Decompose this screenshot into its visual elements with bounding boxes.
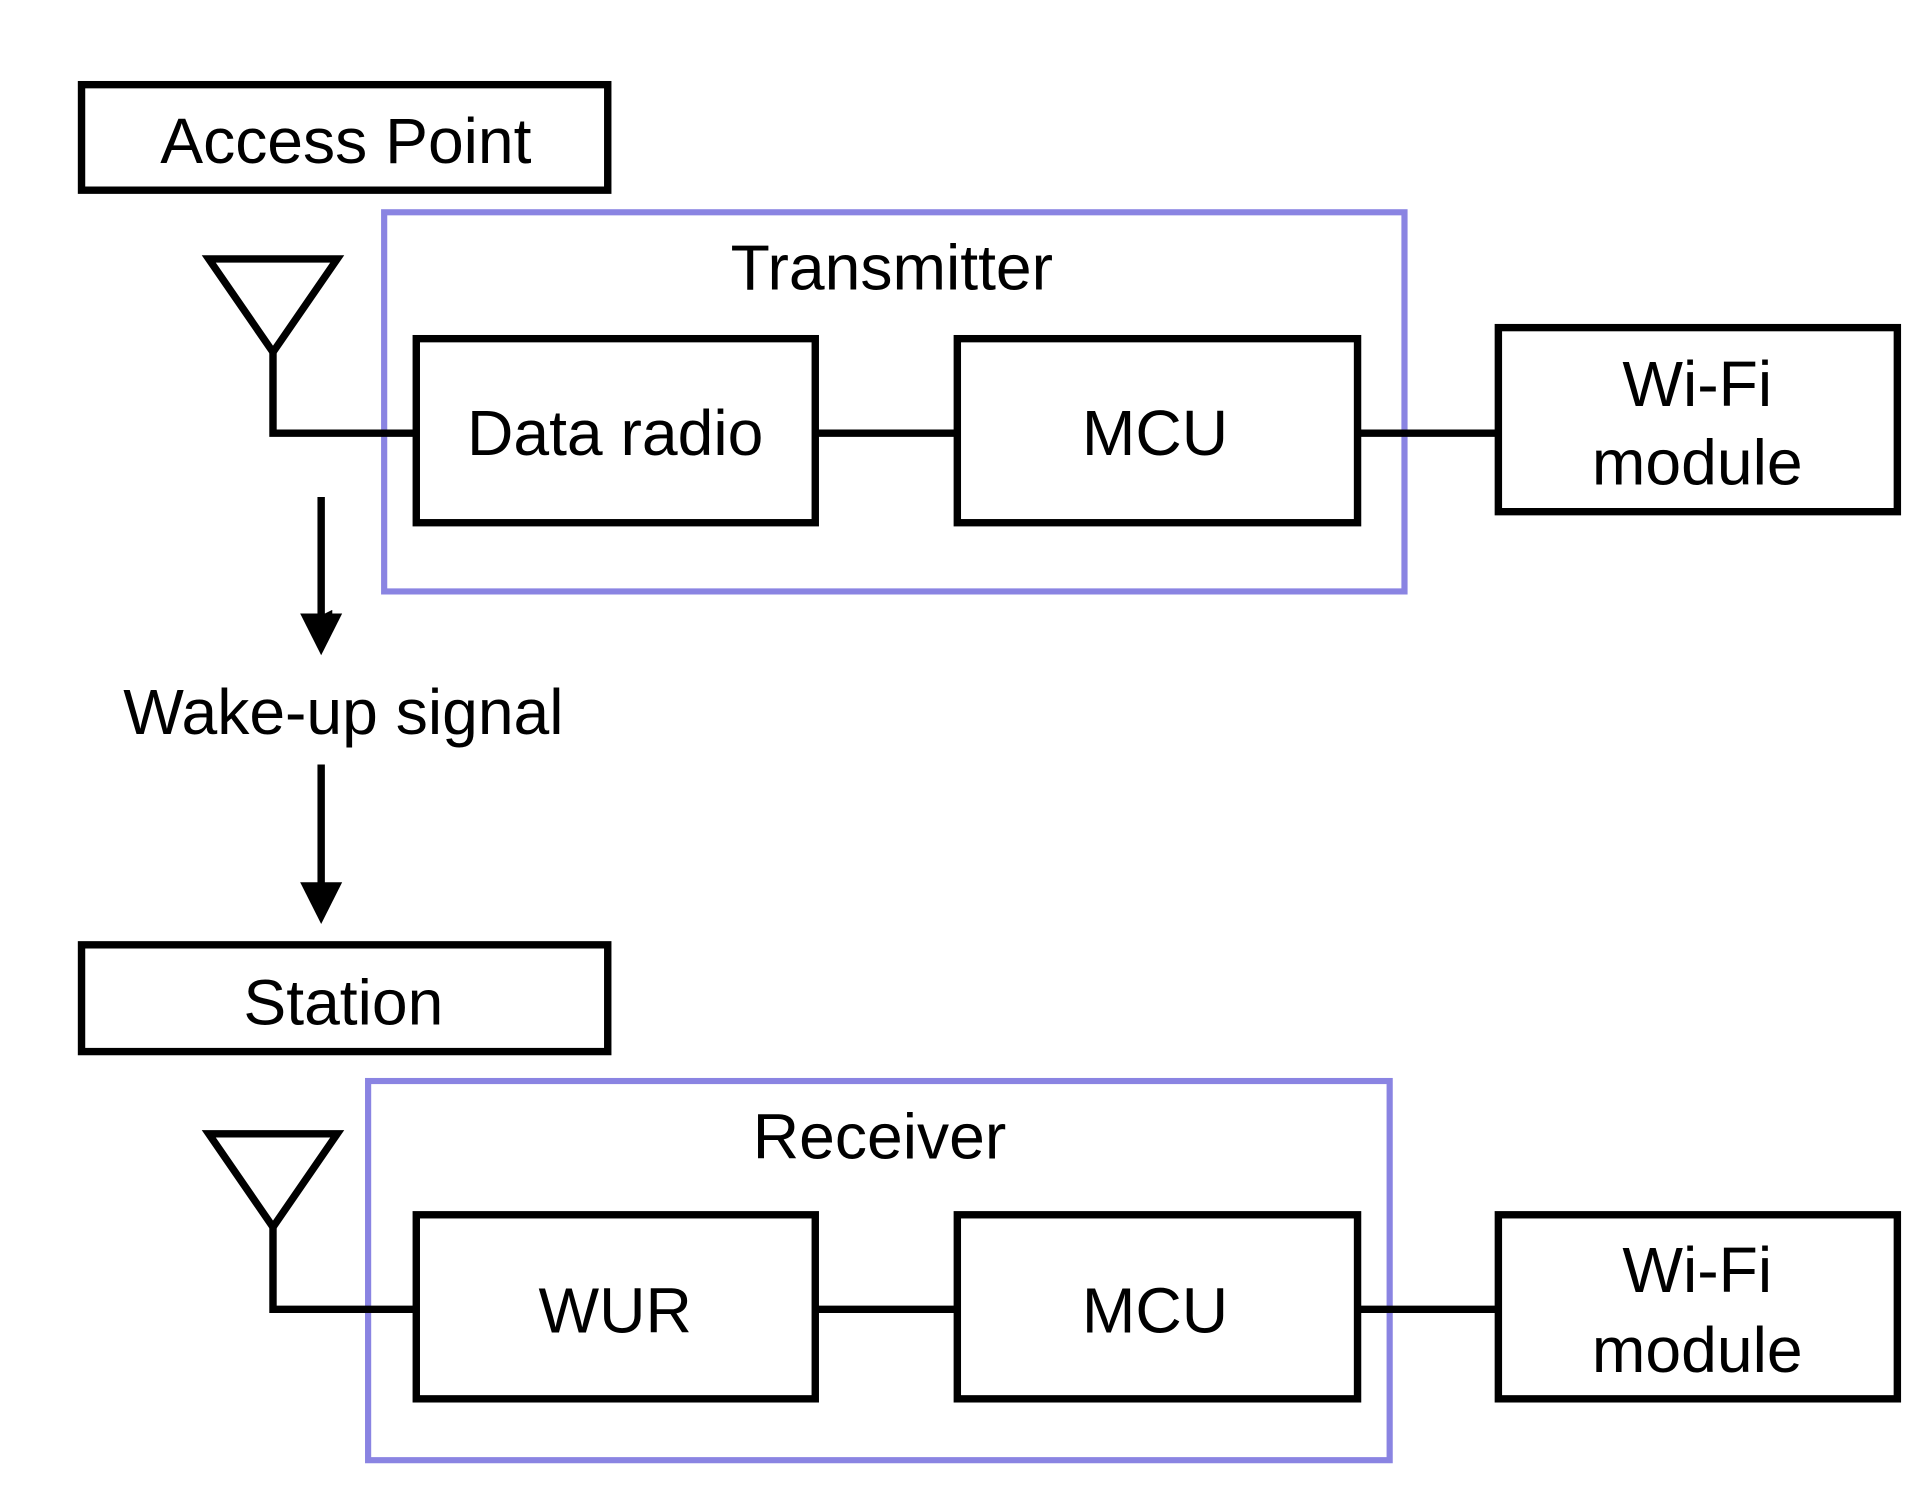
wifi-label: Wi-Fi bbox=[1622, 348, 1772, 420]
module-label: module bbox=[1592, 1314, 1803, 1386]
station-label: Station bbox=[243, 967, 443, 1039]
wake-up-signal-label: Wake-up signal bbox=[123, 676, 563, 748]
wifi-label: Wi-Fi bbox=[1622, 1234, 1772, 1306]
module-label: module bbox=[1592, 427, 1803, 499]
transmitter-mcu-label: MCU bbox=[1082, 397, 1228, 469]
wur-label: WUR bbox=[538, 1275, 691, 1347]
antenna-icon bbox=[201, 1130, 417, 1313]
data-radio-label: Data radio bbox=[467, 397, 763, 469]
access-point-label: Access Point bbox=[160, 105, 531, 177]
arrow-head bbox=[300, 613, 343, 656]
arrow-head bbox=[300, 882, 343, 924]
wake-up-radio-diagram: Access Point Transmitter Data radio MCU … bbox=[77, 80, 1902, 1464]
receiver-mcu-label: MCU bbox=[1082, 1275, 1228, 1347]
transmitter-label: Transmitter bbox=[731, 232, 1053, 304]
receiver-label: Receiver bbox=[753, 1101, 1006, 1173]
